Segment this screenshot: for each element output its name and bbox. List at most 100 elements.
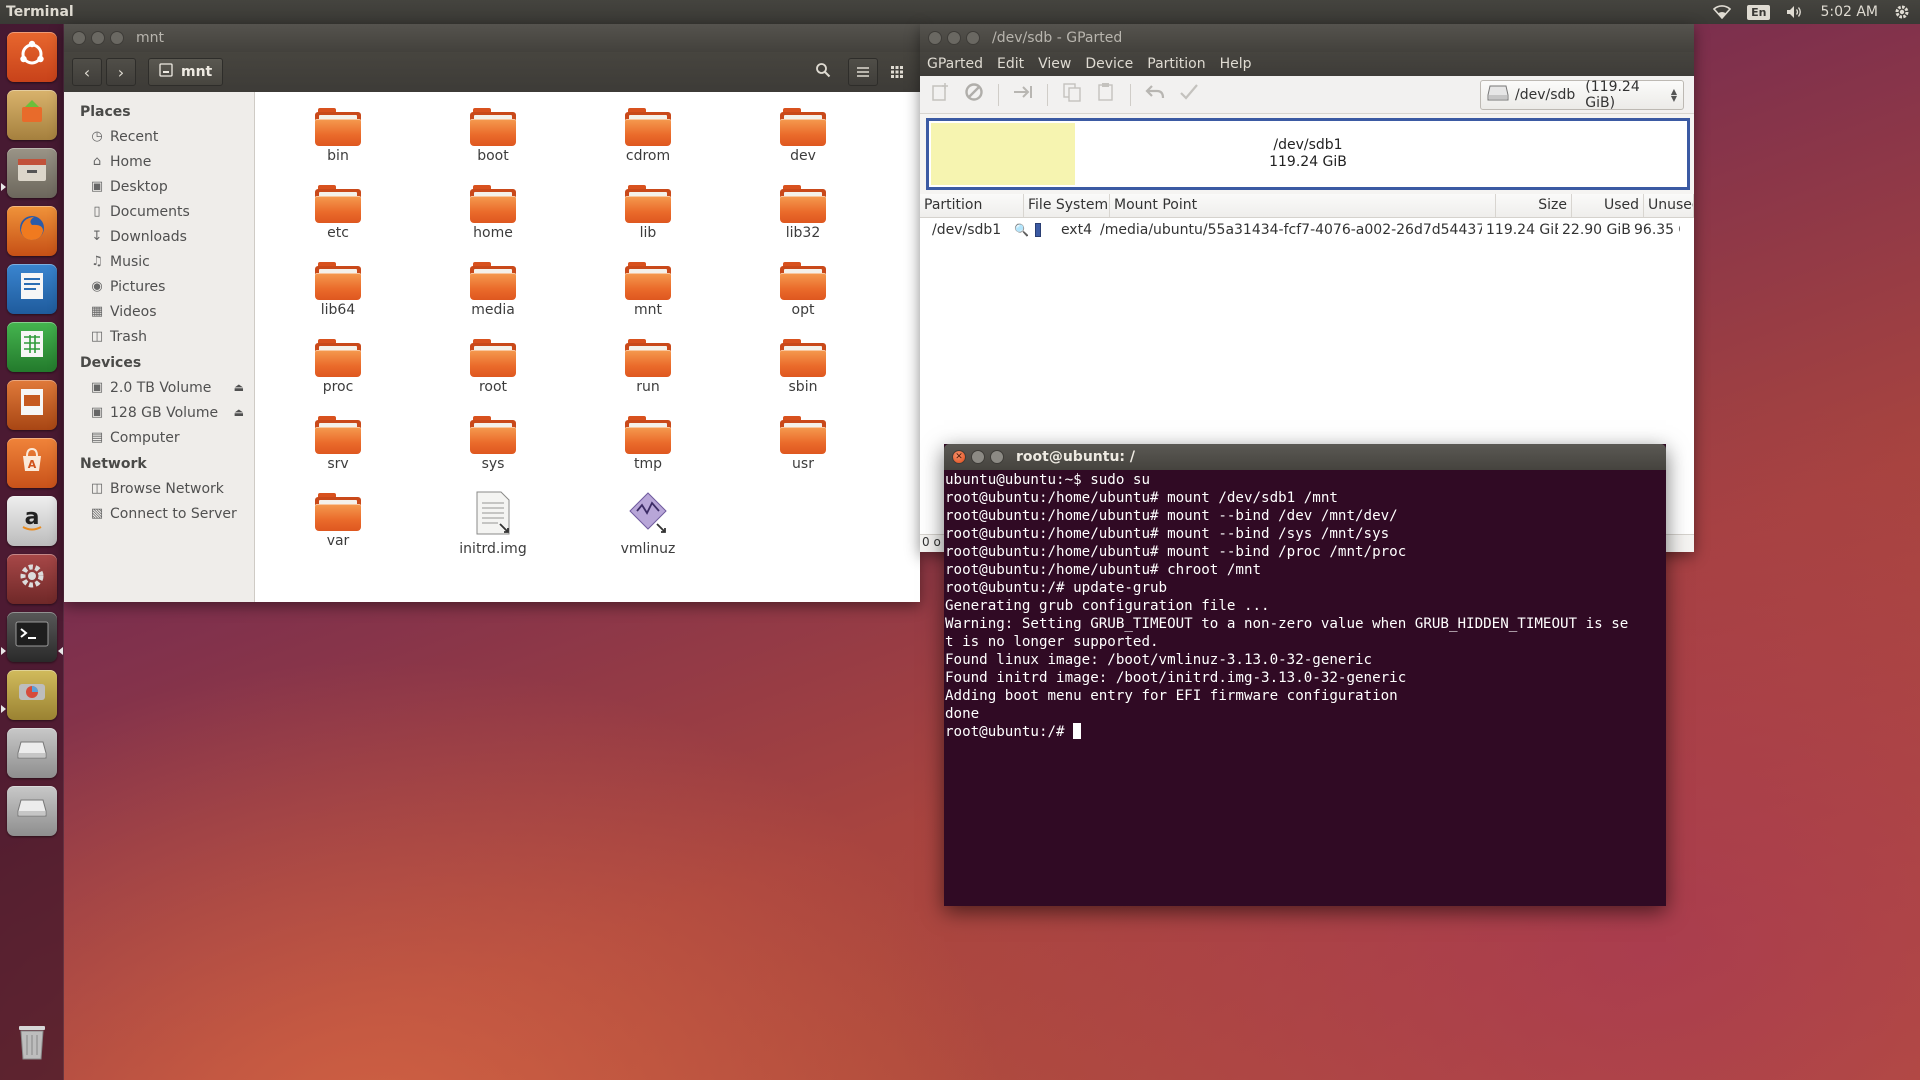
close-button[interactable] <box>928 31 942 45</box>
sidebar-item-pictures[interactable]: ◉ Pictures <box>64 274 254 299</box>
folder-item[interactable]: sys <box>428 414 558 472</box>
folder-item[interactable]: mnt <box>583 260 713 318</box>
folder-item[interactable]: dev <box>738 106 868 164</box>
launcher-software-updater[interactable] <box>7 90 57 140</box>
maximize-button[interactable] <box>990 450 1004 464</box>
sidebar-item-128gb-volume[interactable]: ▣ 128 GB Volume ⏏ <box>64 400 254 425</box>
menu-view[interactable]: View <box>1031 56 1078 72</box>
menu-device[interactable]: Device <box>1078 56 1140 72</box>
sidebar-item-music[interactable]: ♫ Music <box>64 249 254 274</box>
sidebar-item-downloads[interactable]: ↧ Downloads <box>64 224 254 249</box>
folder-item[interactable]: srv <box>273 414 403 472</box>
sidebar-item-browse-network[interactable]: ◫ Browse Network <box>64 476 254 501</box>
sidebar-item-connect-to-server[interactable]: ▧ Connect to Server <box>64 501 254 526</box>
maximize-button[interactable] <box>110 31 124 45</box>
sidebar-item-trash[interactable]: ◫ Trash <box>64 324 254 349</box>
eject-icon[interactable]: ⏏ <box>234 381 244 394</box>
launcher-libreoffice-writer[interactable] <box>7 264 57 314</box>
folder-item[interactable]: sbin <box>738 337 868 395</box>
launcher-ubuntu-software-center[interactable]: A <box>7 438 57 488</box>
device-selector[interactable]: /dev/sdb (119.24 GiB) ▲ ▼ <box>1480 79 1684 111</box>
menu-help[interactable]: Help <box>1213 56 1259 72</box>
folder-item[interactable]: bin <box>273 106 403 164</box>
search-button[interactable] <box>808 58 838 86</box>
launcher-terminal[interactable] <box>7 612 57 662</box>
close-button[interactable]: ✕ <box>952 450 966 464</box>
column-header-used[interactable]: Used <box>1572 194 1644 217</box>
volume-icon[interactable] <box>1786 5 1804 19</box>
menu-gparted[interactable]: GParted <box>920 56 990 72</box>
sidebar-item-desktop[interactable]: ▣ Desktop <box>64 174 254 199</box>
folder-item[interactable]: proc <box>273 337 403 395</box>
launcher-files[interactable] <box>7 148 57 198</box>
launcher-system-settings[interactable] <box>7 554 57 604</box>
launcher-drive-2tb[interactable] <box>7 728 57 778</box>
folder-item[interactable]: home <box>428 183 558 241</box>
sidebar-item-2tb-volume[interactable]: ▣ 2.0 TB Volume ⏏ <box>64 375 254 400</box>
column-header-filesystem[interactable]: File System <box>1024 194 1110 217</box>
wifi-icon[interactable] <box>1713 5 1732 19</box>
column-header-size[interactable]: Size <box>1496 194 1572 217</box>
folder-item[interactable]: tmp <box>583 414 713 472</box>
sidebar-item-videos[interactable]: ▦ Videos <box>64 299 254 324</box>
terminal-titlebar[interactable]: ✕ root@ubuntu: / <box>944 444 1666 470</box>
minimize-button[interactable] <box>91 31 105 45</box>
file-item[interactable]: vmlinuz <box>583 491 713 557</box>
folder-item[interactable]: etc <box>273 183 403 241</box>
launcher-trash[interactable] <box>7 1020 57 1070</box>
launcher-drive-128gb[interactable] <box>7 786 57 836</box>
gparted-titlebar[interactable]: /dev/sdb - GParted <box>920 24 1694 52</box>
folder-item[interactable]: lib32 <box>738 183 868 241</box>
clock[interactable]: 5:02 AM <box>1820 4 1878 20</box>
column-header-unused[interactable]: Unused <box>1644 194 1694 217</box>
launcher-libreoffice-calc[interactable] <box>7 322 57 372</box>
launcher-gparted[interactable] <box>7 670 57 720</box>
maximize-button[interactable] <box>966 31 980 45</box>
file-item[interactable]: initrd.img <box>428 491 558 557</box>
column-header-partition[interactable]: Partition <box>920 194 1024 217</box>
undo-button[interactable] <box>1143 83 1167 107</box>
eject-icon[interactable]: ⏏ <box>234 406 244 419</box>
paste-button[interactable] <box>1094 83 1118 107</box>
launcher-dash-home[interactable] <box>7 32 57 82</box>
new-partition-button[interactable] <box>928 83 952 107</box>
folder-item[interactable]: run <box>583 337 713 395</box>
folder-item[interactable]: var <box>273 491 403 549</box>
column-header-mount-point[interactable]: Mount Point <box>1110 194 1496 217</box>
apply-button[interactable] <box>1177 83 1201 107</box>
copy-button[interactable] <box>1060 83 1084 107</box>
folder-item[interactable]: media <box>428 260 558 318</box>
table-row[interactable]: /dev/sdb1 🔍 ext4 /media/ubuntu/55a31434-… <box>920 218 1694 242</box>
terminal-output[interactable]: ubuntu@ubuntu:~$ sudo su root@ubuntu:/hom… <box>944 470 1666 742</box>
power-gear-icon[interactable] <box>1894 4 1910 20</box>
sidebar-item-home[interactable]: ⌂ Home <box>64 149 254 174</box>
folder-item[interactable]: cdrom <box>583 106 713 164</box>
folder-item[interactable]: opt <box>738 260 868 318</box>
path-bar-button[interactable]: mnt <box>148 58 224 86</box>
minimize-button[interactable] <box>971 450 985 464</box>
back-button[interactable]: ‹ <box>72 58 102 86</box>
folder-item[interactable]: usr <box>738 414 868 472</box>
file-icon-view[interactable]: bin boot cdrom dev etc home lib lib32 lib64 media… <box>255 92 920 602</box>
folder-item[interactable]: lib64 <box>273 260 403 318</box>
folder-item[interactable]: lib <box>583 183 713 241</box>
grid-view-button[interactable] <box>882 58 912 86</box>
list-view-button[interactable] <box>848 58 878 86</box>
keyboard-layout-indicator[interactable]: En <box>1747 4 1771 20</box>
folder-item[interactable]: root <box>428 337 558 395</box>
launcher-amazon[interactable]: a <box>7 496 57 546</box>
launcher-libreoffice-impress[interactable] <box>7 380 57 430</box>
menu-edit[interactable]: Edit <box>990 56 1031 72</box>
resize-move-button[interactable] <box>1011 83 1035 107</box>
file-manager-titlebar[interactable]: mnt <box>64 24 920 52</box>
launcher-firefox[interactable] <box>7 206 57 256</box>
sidebar-item-computer[interactable]: ▤ Computer <box>64 425 254 450</box>
folder-item[interactable]: boot <box>428 106 558 164</box>
menu-partition[interactable]: Partition <box>1140 56 1212 72</box>
sidebar-item-documents[interactable]: ▯ Documents <box>64 199 254 224</box>
disk-map[interactable]: /dev/sdb1 119.24 GiB <box>926 118 1690 190</box>
sidebar-item-recent[interactable]: ◷ Recent <box>64 124 254 149</box>
forward-button[interactable]: › <box>106 58 136 86</box>
minimize-button[interactable] <box>947 31 961 45</box>
close-button[interactable] <box>72 31 86 45</box>
